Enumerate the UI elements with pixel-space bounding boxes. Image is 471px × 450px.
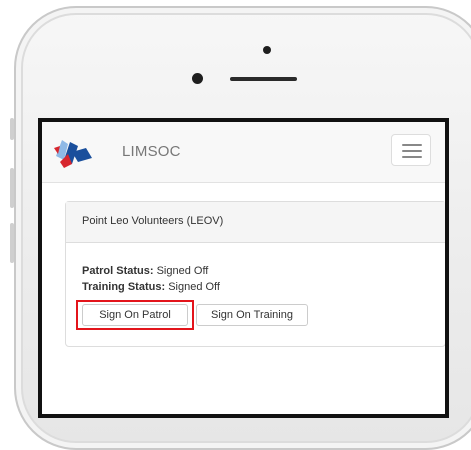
patrol-status: Patrol Status: Signed Off xyxy=(82,265,208,277)
patrol-status-label: Patrol Status: xyxy=(82,265,154,277)
phone-volume-down-button xyxy=(10,223,14,263)
limsoc-logo-icon[interactable] xyxy=(52,134,94,170)
app-brand[interactable]: LIMSOC xyxy=(122,143,181,160)
navbar: LIMSOC xyxy=(42,122,445,183)
phone-volume-up-button xyxy=(10,168,14,208)
phone-side-button xyxy=(10,118,14,140)
front-camera xyxy=(263,46,271,54)
patrol-status-value: Signed Off xyxy=(156,265,209,277)
menu-toggle-button[interactable] xyxy=(391,134,431,166)
panel-heading: Point Leo Volunteers (LEOV) xyxy=(66,202,445,243)
sign-on-training-button[interactable]: Sign On Training xyxy=(196,304,308,326)
earpiece-speaker xyxy=(230,77,297,81)
unit-panel: Point Leo Volunteers (LEOV) Patrol Statu… xyxy=(65,201,445,347)
training-status-value: Signed Off xyxy=(168,281,220,293)
training-status: Training Status: Signed Off xyxy=(82,281,220,293)
sign-on-patrol-button[interactable]: Sign On Patrol xyxy=(82,304,188,326)
proximity-sensor xyxy=(192,73,203,84)
phone-screen: LIMSOC Point Leo Volunteers (LEOV) Patro… xyxy=(38,118,449,418)
training-status-label: Training Status: xyxy=(82,281,166,293)
